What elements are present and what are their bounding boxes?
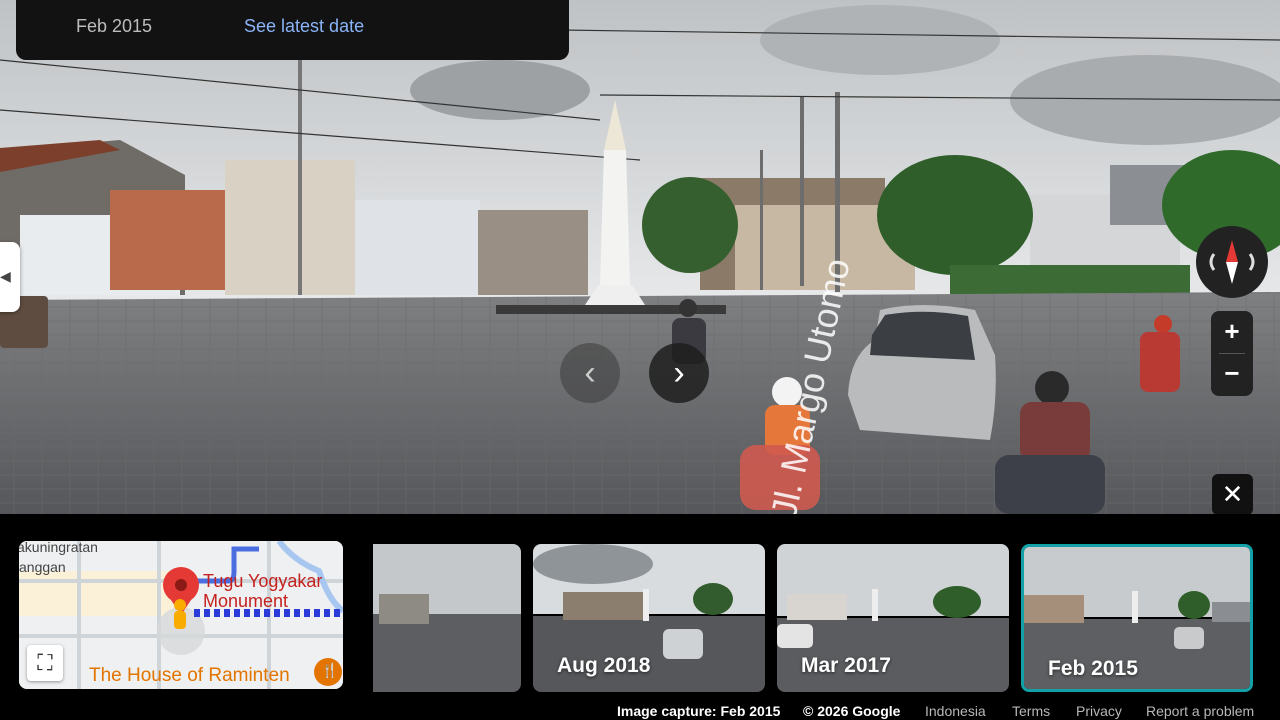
place-name-label: Tugu Yogyakar Monument [203,571,322,611]
current-date: Feb 2015 [76,16,153,36]
fullscreen-icon: ⛶ [37,650,53,675]
restaurant-label: The House of Raminten [89,665,290,686]
compass-button[interactable] [1196,226,1268,298]
see-latest-date-link[interactable]: See latest date [244,16,364,37]
map-label-area: anggan [19,559,66,575]
privacy-link[interactable]: Privacy [1076,703,1122,719]
terms-link[interactable]: Terms [1012,703,1050,719]
zoom-out-button[interactable]: − [1211,353,1253,395]
image-capture-text: Image capture: Feb 2015 [617,703,781,719]
timeline-thumbnails: 019 Aug 2018 Mar 2017 [373,544,1280,694]
timeline-thumbnail[interactable]: Aug 2018 [533,544,765,692]
minimap[interactable]: akuningratan anggan Tugu Yogyakar Monume… [19,541,343,689]
zoom-controls: + − [1211,311,1253,396]
compass-icon [1209,240,1255,284]
close-icon: ✕ [1221,479,1244,509]
country-link[interactable]: Indonesia [925,703,986,719]
timeline-thumbnail[interactable]: Mar 2017 [777,544,1009,692]
date-card: Feb 2015 See latest date [16,0,569,60]
close-street-view-button[interactable]: ✕ [1212,474,1253,514]
footer-bar: Image capture: Feb 2015 © 2026 Google In… [0,703,1280,720]
thumbnail-image [373,544,521,692]
move-back-arrow-button[interactable]: ‹ [560,343,620,403]
timeline-panel: akuningratan anggan Tugu Yogyakar Monume… [0,514,1280,720]
timeline-thumbnail-selected[interactable]: Feb 2015 [1021,544,1253,692]
collapse-side-panel-button[interactable]: ◀ [0,242,20,312]
place-name-line1: Tugu Yogyakar [203,571,323,591]
street-view-panorama[interactable]: Jl. Margo Utomo Feb 2015 See latest date… [0,0,1280,514]
timeline-label: Mar 2017 [801,654,891,677]
report-problem-link[interactable]: Report a problem [1146,703,1254,719]
chevron-right-icon: › [673,353,685,392]
restaurant-icon: 🍴 [321,662,339,678]
zoom-in-button[interactable]: + [1211,311,1253,353]
chevron-left-icon: ‹ [584,353,596,392]
chevron-left-icon: ◀ [0,268,11,284]
place-name-line2: Monument [203,591,289,611]
expand-map-button[interactable]: ⛶ [27,645,63,681]
map-label-street: akuningratan [19,541,98,555]
timeline-thumbnail[interactable]: 019 [373,544,521,692]
copyright-text: © 2026 Google [803,703,901,719]
street-scene-image: Jl. Margo Utomo [0,0,1280,514]
timeline-label: Aug 2018 [557,654,651,677]
move-forward-arrow-button[interactable]: › [649,343,709,403]
timeline-label: Feb 2015 [1048,657,1138,680]
